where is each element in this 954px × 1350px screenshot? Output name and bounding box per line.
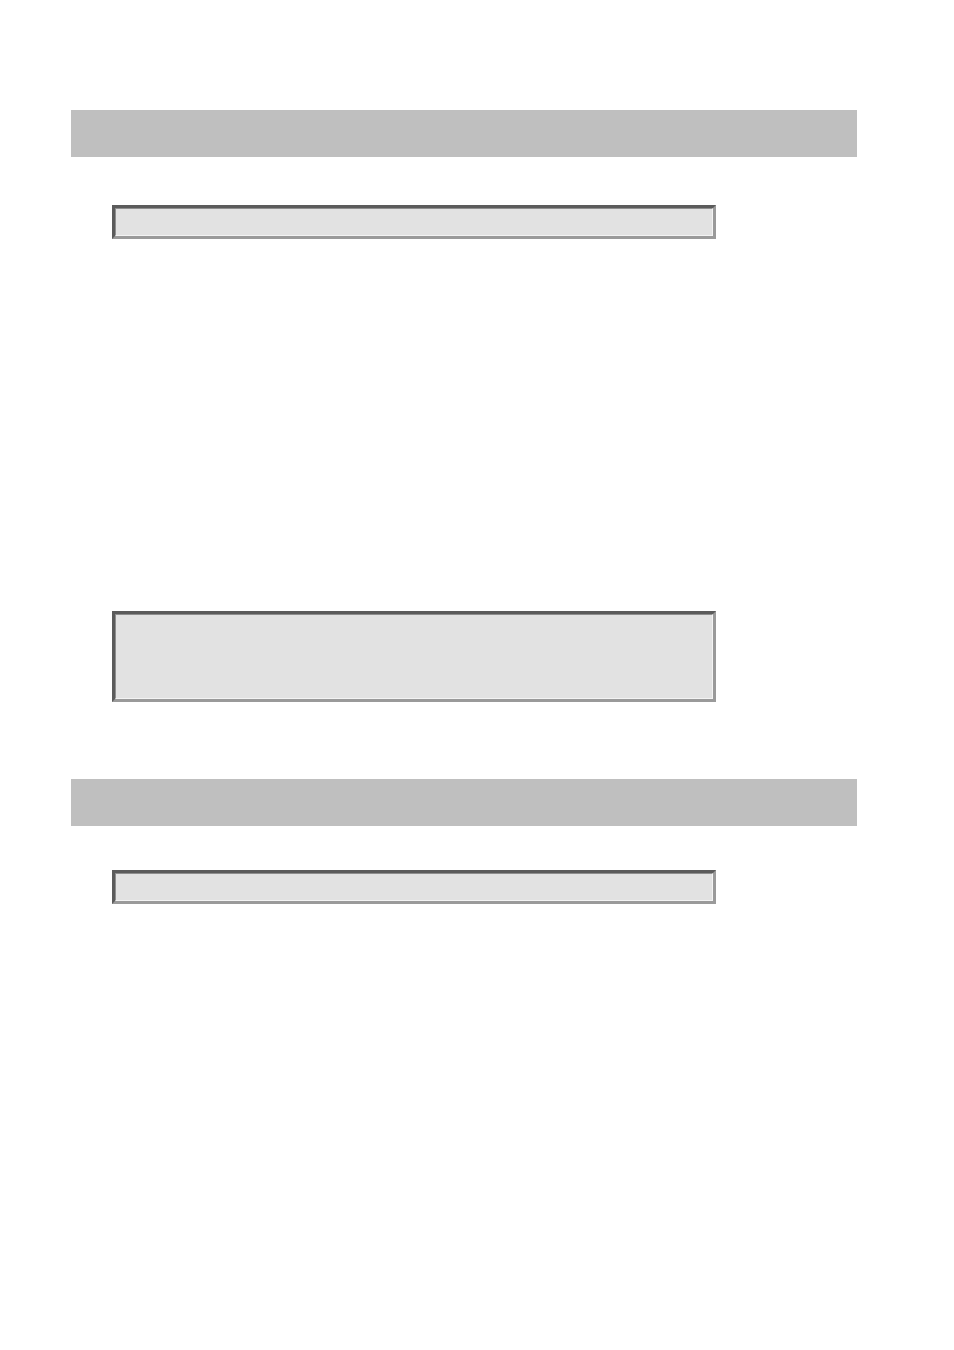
document-page [0,0,954,1350]
input-field[interactable] [112,870,716,904]
section-header-bar [71,110,857,157]
section-header-bar [71,779,857,826]
input-field[interactable] [112,205,716,239]
textarea-field[interactable] [112,611,716,702]
